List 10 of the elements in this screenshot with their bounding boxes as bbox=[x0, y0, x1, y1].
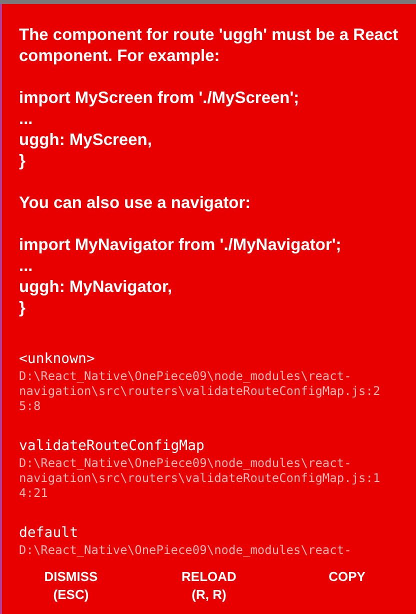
error-message: The component for route 'uggh' must be a React component. For example: import MyScreen from './MyScreen'; ... uggh: MyScreen, } You can also use a navigator: import MyNavigator from './MyNavigator'; ... uggh: MyNavigator, } bbox=[19, 25, 399, 319]
action-button[interactable]: COPY bbox=[320, 568, 374, 586]
stack-method: default bbox=[19, 524, 80, 543]
action-button[interactable]: DISMISS (ESC) bbox=[36, 568, 106, 604]
stack-location: D:\React_Native\OnePiece09\node_modules\react-navigation\src\routers\validateRouteConfigMap.js:25:8 bbox=[19, 369, 381, 414]
stack-location: D:\React_Native\OnePiece09\node_modules\react-navigation\src\routers\validateRouteConfigMap.js:14:21 bbox=[19, 456, 381, 501]
stack-location: D:\React_Native\OnePiece09\node_modules\react- bbox=[19, 543, 352, 558]
action-button[interactable]: RELOAD (R, R) bbox=[174, 568, 244, 604]
stack-method: validateRouteConfigMap bbox=[19, 437, 206, 456]
stack-method: <unknown> bbox=[19, 350, 96, 369]
